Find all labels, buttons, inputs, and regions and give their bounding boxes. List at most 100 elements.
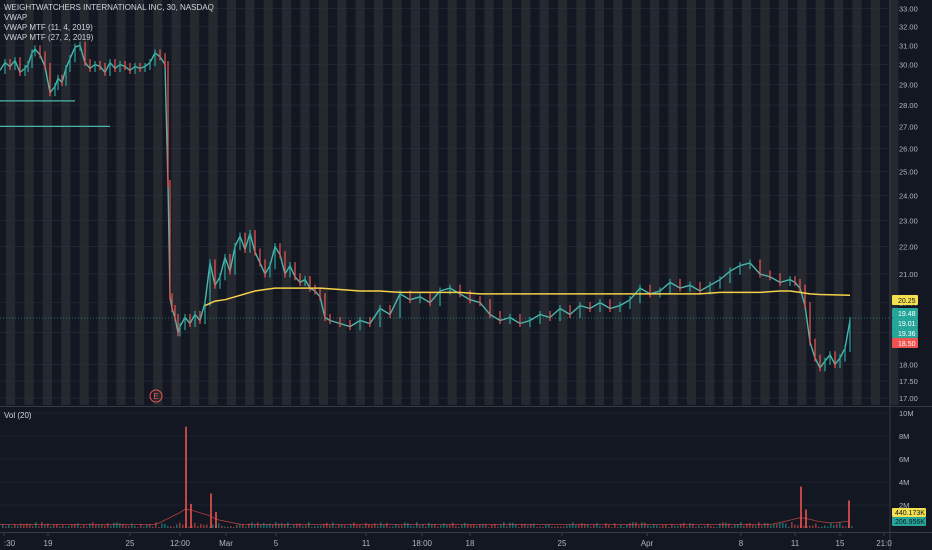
volume-bar [425,526,427,528]
session-band [318,0,328,405]
volume-bar [236,524,238,528]
volume-bar [326,522,328,528]
volume-bar [452,522,454,528]
session-band [705,0,715,405]
earnings-marker-label[interactable]: E [153,392,158,401]
x-tick-label: 25 [558,539,567,548]
volume-bar [575,525,577,528]
volume-bar [98,524,100,528]
volume-bar [86,526,88,528]
session-band [760,0,770,405]
volume-bar [11,526,13,528]
y-tick-label: 30.00 [899,61,918,70]
y-tick-label: 26.00 [899,145,918,154]
volume-bar [410,525,412,528]
x-tick-label: Apr [641,539,654,548]
x-tick-label: 11 [362,539,371,548]
volume-bar [704,525,706,528]
volume-bar [104,525,106,528]
volume-bar [404,522,406,528]
indicator-vwap-mtf-feb[interactable]: VWAP MTF (27, 2, 2019) [4,33,214,43]
volume-bar [488,527,490,528]
volume-bar [158,526,160,528]
session-band [686,0,696,405]
volume-bar [572,522,574,528]
volume-bar [773,524,775,528]
price-badge-label: 19.48 [898,311,916,318]
volume-bar [62,525,64,528]
volume-bar [275,522,277,528]
session-band [484,0,494,405]
volume-bar [656,525,658,528]
volume-bar [485,524,487,528]
volume-bar [464,522,466,528]
symbol-title[interactable]: WEIGHTWATCHERS INTERNATIONAL INC, 30, NA… [4,3,214,13]
volume-bar [632,522,634,528]
volume-bar [812,525,814,528]
session-band [870,0,880,405]
x-tick-label: 18:00 [412,539,433,548]
volume-bar [725,522,727,528]
chart-legend: WEIGHTWATCHERS INTERNATIONAL INC, 30, NA… [4,3,214,43]
volume-bar [287,522,289,528]
volume-bar [143,526,145,528]
volume-bar [677,525,679,528]
volume-bar [578,524,580,528]
x-tick-label: Mar [219,539,233,548]
volume-bar [128,525,130,528]
volume-bar [551,526,553,528]
y-tick-label: 28.00 [899,101,918,110]
volume-bar [401,525,403,528]
x-tick-label: :30 [4,539,16,548]
volume-bar [668,527,670,528]
volume-legend[interactable]: Vol (20) [4,411,32,420]
volume-bar [683,522,685,528]
volume-bar [536,527,538,528]
volume-spike [800,486,802,528]
indicator-vwap[interactable]: VWAP [4,13,214,23]
chart-canvas[interactable]: WEIGHTWATCHERS INTERNATIONAL INC, 30, NA… [0,0,932,550]
volume-bar [227,526,229,528]
volume-bar [713,526,715,528]
y-tick-label: 17.00 [899,394,918,403]
volume-bar [449,524,451,528]
volume-bar [197,526,199,528]
session-band [631,0,641,405]
volume-bar [821,526,823,528]
volume-bar [167,525,169,528]
session-band [226,0,236,405]
x-tick-label: 19 [44,539,53,548]
session-band [815,0,825,405]
y-tick-label: 32.00 [899,23,918,32]
volume-bar [689,523,691,528]
volume-bar [674,525,676,528]
volume-bar [173,526,175,528]
y-tick-label: 24.00 [899,192,918,201]
volume-bar [776,524,778,528]
volume-bar [503,522,505,528]
volume-bar [788,526,790,528]
indicator-vwap-mtf-apr[interactable]: VWAP MTF (11, 4, 2019) [4,23,214,33]
volume-bar [80,526,82,528]
volume-bar [830,522,832,528]
session-band [245,0,255,405]
volume-bar [305,525,307,528]
session-band [466,0,476,405]
volume-bar [740,522,742,528]
volume-bar [53,524,55,528]
session-band [594,0,604,405]
volume-bar [569,524,571,528]
price-badge-label: 18.50 [898,341,916,348]
y-tick-label: 18.00 [899,360,918,369]
session-band [42,0,52,405]
volume-bar [251,522,253,528]
price-chart-svg[interactable]: E 33.00 32.00 31.00 30.00 29.00 28.00 27.00 26.0… [0,0,932,550]
session-band [650,0,660,405]
volume-bar [560,526,562,528]
session-band [208,0,218,405]
volume-bar [638,525,640,528]
volume-bar [686,526,688,528]
volume-bar [311,526,313,528]
volume-bar [386,522,388,528]
volume-bar [392,526,394,528]
